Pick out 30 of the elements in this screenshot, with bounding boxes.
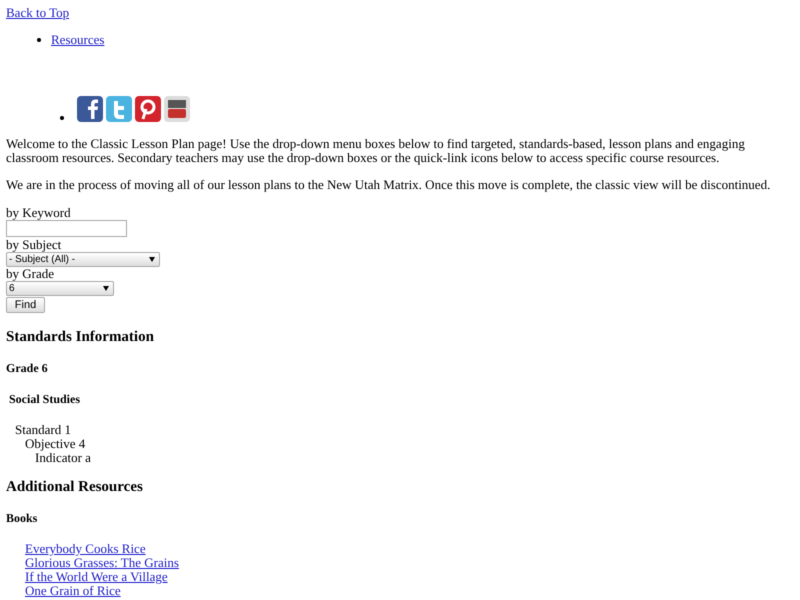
video-icon[interactable] xyxy=(164,96,190,122)
facebook-icon[interactable] xyxy=(77,96,103,122)
book-link[interactable]: Glorious Grasses: The Grains xyxy=(25,556,179,570)
outline-item: Standard 1 xyxy=(15,423,72,437)
books-heading: Books xyxy=(6,511,38,525)
subject-label: by Subject xyxy=(6,237,62,252)
grade-dropdown[interactable]: 6 xyxy=(6,281,114,296)
bullet-icon xyxy=(60,116,64,120)
bullet-icon xyxy=(37,38,41,42)
subject-heading: Social Studies xyxy=(9,392,82,406)
book-link[interactable]: Everybody Cooks Rice xyxy=(25,542,146,556)
grade-label: by Grade xyxy=(6,267,54,281)
subject-dropdown[interactable]: - Subject (All) - xyxy=(6,252,160,267)
grade-heading: Grade 6 xyxy=(6,361,49,375)
outline-item: Objective 4 xyxy=(25,437,86,451)
book-link[interactable]: One Grain of Rice xyxy=(25,584,121,598)
section-heading: Additional Resources xyxy=(6,480,144,494)
back-to-top-link[interactable]: Back to Top xyxy=(6,5,70,20)
outline-item: Indicator a xyxy=(35,451,92,465)
find-button[interactable]: Find xyxy=(6,297,45,313)
section-heading: Standards Information xyxy=(6,330,155,344)
pin-icon[interactable] xyxy=(135,96,161,122)
keyword-input[interactable] xyxy=(6,220,127,237)
intro-paragraph: Welcome to the Classic Lesson Plan page! Use the drop-down menu boxes below to find targeted, standards-based, lesson plans and engaging classroom resources. Secondary teachers may use the drop-down boxes or the quick-link icons below to access specific course resources. xyxy=(6,137,746,165)
nav-link[interactable]: Resources xyxy=(51,33,104,47)
intro-paragraph: We are in the process of moving all of our lesson plans to the New Utah Matrix. Once this move is complete, the classic view will be discontinued. xyxy=(6,178,772,192)
book-link[interactable]: If the World Were a Village xyxy=(25,570,168,584)
keyword-label: by Keyword xyxy=(6,205,71,220)
caret-icon xyxy=(103,286,109,291)
caret-icon xyxy=(149,257,155,262)
